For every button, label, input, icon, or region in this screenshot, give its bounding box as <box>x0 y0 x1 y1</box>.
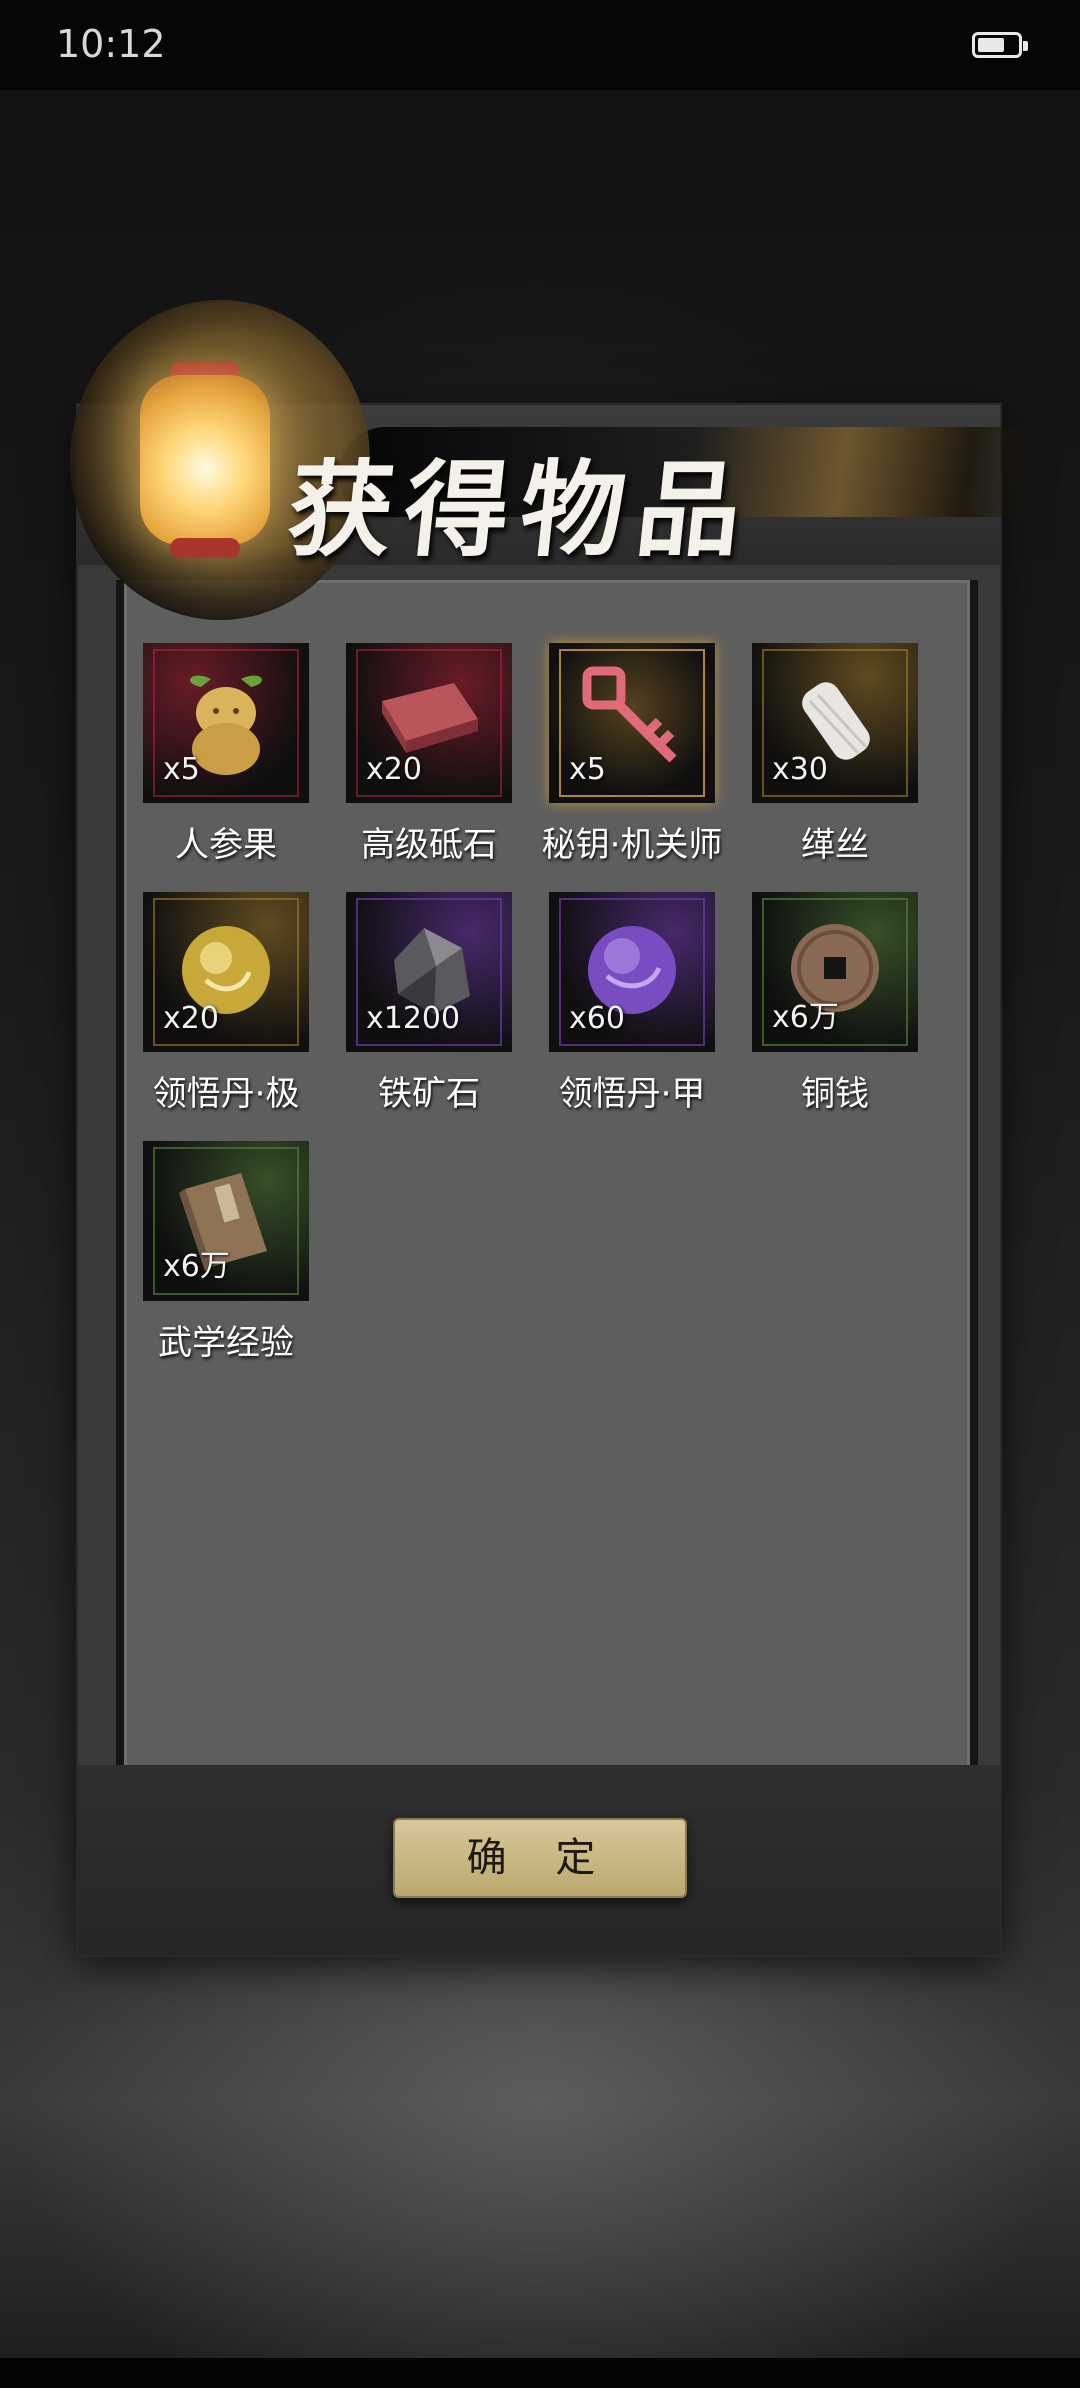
item-quantity: x30 <box>772 752 828 787</box>
item-quantity: x5 <box>163 752 200 787</box>
item-name: 武学经验 <box>158 1323 294 1363</box>
item-icon-box: x60 <box>549 892 715 1052</box>
item-name: 高级砥石 <box>361 825 497 865</box>
system-nav-bar <box>0 2358 1080 2388</box>
item-icon-box: x5 <box>143 643 309 803</box>
item-quantity: x20 <box>163 1001 219 1036</box>
item-name: 铜钱 <box>801 1074 869 1114</box>
item-icon-box: x5 <box>549 643 715 803</box>
item-quantity: x60 <box>569 1001 625 1036</box>
item-name: 人参果 <box>175 825 277 865</box>
item-icon-box: x20 <box>346 643 512 803</box>
item-icon-box: x30 <box>752 643 918 803</box>
item-name: 领悟丹·甲 <box>558 1074 706 1114</box>
item-name: 领悟丹·极 <box>152 1074 300 1114</box>
status-bar: 10:12 <box>0 0 1080 90</box>
battery-icon <box>972 32 1028 58</box>
item-icon-box: x20 <box>143 892 309 1052</box>
confirm-button[interactable]: 确 定 <box>393 1818 687 1898</box>
item-quantity: x6万 <box>772 1000 839 1035</box>
item-quantity: x1200 <box>366 1001 461 1036</box>
lantern-cap-bottom <box>170 538 240 558</box>
item-name: 秘钥·机关师 <box>541 825 723 865</box>
item-name: 铁矿石 <box>378 1074 480 1114</box>
lantern-icon <box>140 375 270 545</box>
item-quantity: x20 <box>366 752 422 787</box>
item-icon-box: x1200 <box>346 892 512 1052</box>
item-quantity: x6万 <box>163 1249 230 1284</box>
item-name: 缂丝 <box>801 825 869 865</box>
item-quantity: x5 <box>569 752 606 787</box>
item-icon-box: x6万 <box>752 892 918 1052</box>
item-icon-box: x6万 <box>143 1141 309 1301</box>
status-time: 10:12 <box>56 22 166 66</box>
dialog-title: 获得物品 <box>282 448 760 571</box>
